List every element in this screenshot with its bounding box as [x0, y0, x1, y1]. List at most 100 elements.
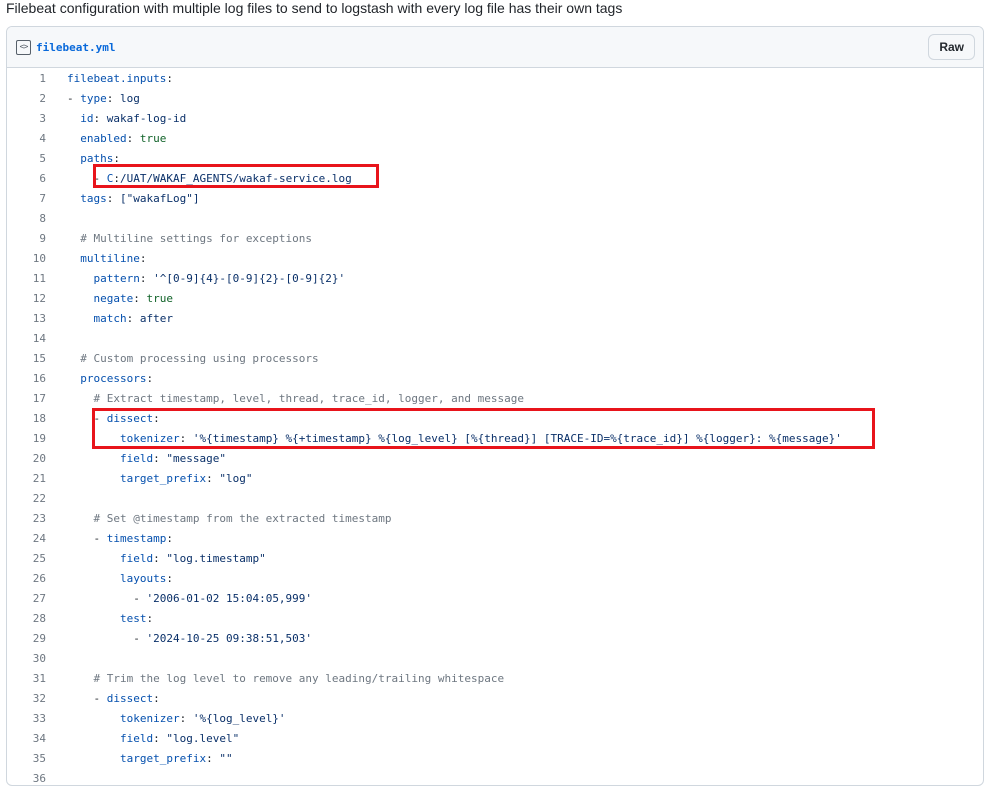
code-line: 4 enabled: true — [7, 128, 983, 148]
line-number[interactable]: 25 — [7, 552, 46, 565]
code-line: 13 match: after — [7, 308, 983, 328]
line-number[interactable]: 1 — [7, 72, 46, 85]
code-view: 1 filebeat.inputs: 2 - type: log 3 id: wakaf… — [7, 68, 983, 785]
code-text: layouts: — [119, 571, 173, 585]
code-text: negate: true — [93, 291, 174, 305]
code-line: 21 target_prefix: "log" — [7, 468, 983, 488]
code-line: 20 field: "message" — [7, 448, 983, 468]
code-line: 1 filebeat.inputs: — [7, 68, 983, 88]
code-line: 12 negate: true — [7, 288, 983, 308]
line-number[interactable]: 26 — [7, 572, 46, 585]
line-number[interactable]: 27 — [7, 592, 46, 605]
code-text: # Custom processing using processors — [80, 351, 319, 365]
code-line: 16 processors: — [7, 368, 983, 388]
line-number[interactable]: 5 — [7, 152, 46, 165]
file-name-link[interactable]: filebeat.yml — [36, 41, 115, 54]
line-number[interactable]: 12 — [7, 292, 46, 305]
code-line: 34 field: "log.level" — [7, 728, 983, 748]
line-number[interactable]: 23 — [7, 512, 46, 525]
line-number[interactable]: 2 — [7, 92, 46, 105]
line-number[interactable]: 20 — [7, 452, 46, 465]
line-number[interactable]: 18 — [7, 412, 46, 425]
code-text: field: "log.timestamp" — [119, 551, 266, 565]
line-number[interactable]: 36 — [7, 772, 46, 785]
gist-file-container: <> filebeat.yml Raw 1 filebeat.inputs: 2 - … — [6, 26, 984, 786]
code-text: multiline: — [80, 251, 147, 265]
line-number[interactable]: 8 — [7, 212, 46, 225]
code-text: pattern: '^[0-9]{4}-[0-9]{2}-[0-9]{2}' — [93, 271, 346, 285]
line-number[interactable]: 30 — [7, 652, 46, 665]
line-number[interactable]: 14 — [7, 332, 46, 345]
line-number[interactable]: 9 — [7, 232, 46, 245]
code-line: 36 — [7, 768, 983, 785]
code-text: paths: — [80, 151, 120, 165]
code-line: 35 target_prefix: "" — [7, 748, 983, 768]
line-number[interactable]: 32 — [7, 692, 46, 705]
code-text: # Extract timestamp, level, thread, trac… — [93, 391, 524, 405]
code-text: tags: ["wakafLog"] — [80, 191, 200, 205]
code-line: 31 # Trim the log level to remove any le… — [7, 668, 983, 688]
line-number[interactable]: 33 — [7, 712, 46, 725]
code-line: 25 field: "log.timestamp" — [7, 548, 983, 568]
code-text: - '2006-01-02 15:04:05,999' — [133, 591, 313, 605]
code-text: # Multiline settings for exceptions — [80, 231, 313, 245]
line-number[interactable]: 3 — [7, 112, 46, 125]
line-number[interactable]: 22 — [7, 492, 46, 505]
line-number[interactable]: 7 — [7, 192, 46, 205]
code-line: 14 — [7, 328, 983, 348]
code-text: - C:/UAT/WAKAF_AGENTS/wakaf-service.log — [93, 171, 352, 185]
code-line: 24 - timestamp: — [7, 528, 983, 548]
line-number[interactable]: 31 — [7, 672, 46, 685]
line-number[interactable]: 4 — [7, 132, 46, 145]
line-number[interactable]: 35 — [7, 752, 46, 765]
code-line: 11 pattern: '^[0-9]{4}-[0-9]{2}-[0-9]{2}… — [7, 268, 983, 288]
line-number[interactable]: 21 — [7, 472, 46, 485]
code-line: 33 tokenizer: '%{log_level}' — [7, 708, 983, 728]
code-text: target_prefix: "log" — [119, 471, 253, 485]
line-number[interactable]: 19 — [7, 432, 46, 445]
code-line: 7 tags: ["wakafLog"] — [7, 188, 983, 208]
line-number[interactable]: 6 — [7, 172, 46, 185]
code-text: tokenizer: '%{timestamp} %{+timestamp} %… — [119, 431, 842, 445]
line-number[interactable]: 24 — [7, 532, 46, 545]
code-text: - '2024-10-25 09:38:51,503' — [133, 631, 313, 645]
code-text: - dissect: — [93, 411, 160, 425]
code-text: field: "log.level" — [119, 731, 240, 745]
code-text: tokenizer: '%{log_level}' — [119, 711, 286, 725]
line-number[interactable]: 29 — [7, 632, 46, 645]
line-number[interactable]: 16 — [7, 372, 46, 385]
line-number[interactable]: 17 — [7, 392, 46, 405]
code-line: 17 # Extract timestamp, level, thread, t… — [7, 388, 983, 408]
code-line: 8 — [7, 208, 983, 228]
line-number[interactable]: 34 — [7, 732, 46, 745]
code-text: id: wakaf-log-id — [80, 111, 187, 125]
code-text: # Set @timestamp from the extracted time… — [93, 511, 392, 525]
code-text: - dissect: — [93, 691, 160, 705]
code-line: 6 - C:/UAT/WAKAF_AGENTS/wakaf-service.lo… — [7, 168, 983, 188]
code-text: # Trim the log level to remove any leadi… — [93, 671, 505, 685]
code-text: enabled: true — [80, 131, 167, 145]
line-number[interactable]: 28 — [7, 612, 46, 625]
code-line: 18 - dissect: — [7, 408, 983, 428]
code-text: match: after — [93, 311, 174, 325]
intro-text: Filebeat configuration with multiple log… — [6, 0, 623, 16]
code-line: 28 test: — [7, 608, 983, 628]
code-file-icon: <> — [16, 39, 31, 55]
code-line: 30 — [7, 648, 983, 668]
line-number[interactable]: 13 — [7, 312, 46, 325]
code-line: 19 tokenizer: '%{timestamp} %{+timestamp… — [7, 428, 983, 448]
line-number[interactable]: 10 — [7, 252, 46, 265]
code-line: 10 multiline: — [7, 248, 983, 268]
raw-button[interactable]: Raw — [928, 34, 975, 60]
line-number[interactable]: 11 — [7, 272, 46, 285]
code-line: 15 # Custom processing using processors — [7, 348, 983, 368]
code-text: - type: log — [67, 91, 140, 105]
code-text: - timestamp: — [93, 531, 173, 545]
line-number[interactable]: 15 — [7, 352, 46, 365]
file-header: <> filebeat.yml Raw — [7, 27, 983, 68]
code-line: 27 - '2006-01-02 15:04:05,999' — [7, 588, 983, 608]
code-line: 5 paths: — [7, 148, 983, 168]
code-line: 3 id: wakaf-log-id — [7, 108, 983, 128]
code-line: 29 - '2024-10-25 09:38:51,503' — [7, 628, 983, 648]
code-line: 32 - dissect: — [7, 688, 983, 708]
